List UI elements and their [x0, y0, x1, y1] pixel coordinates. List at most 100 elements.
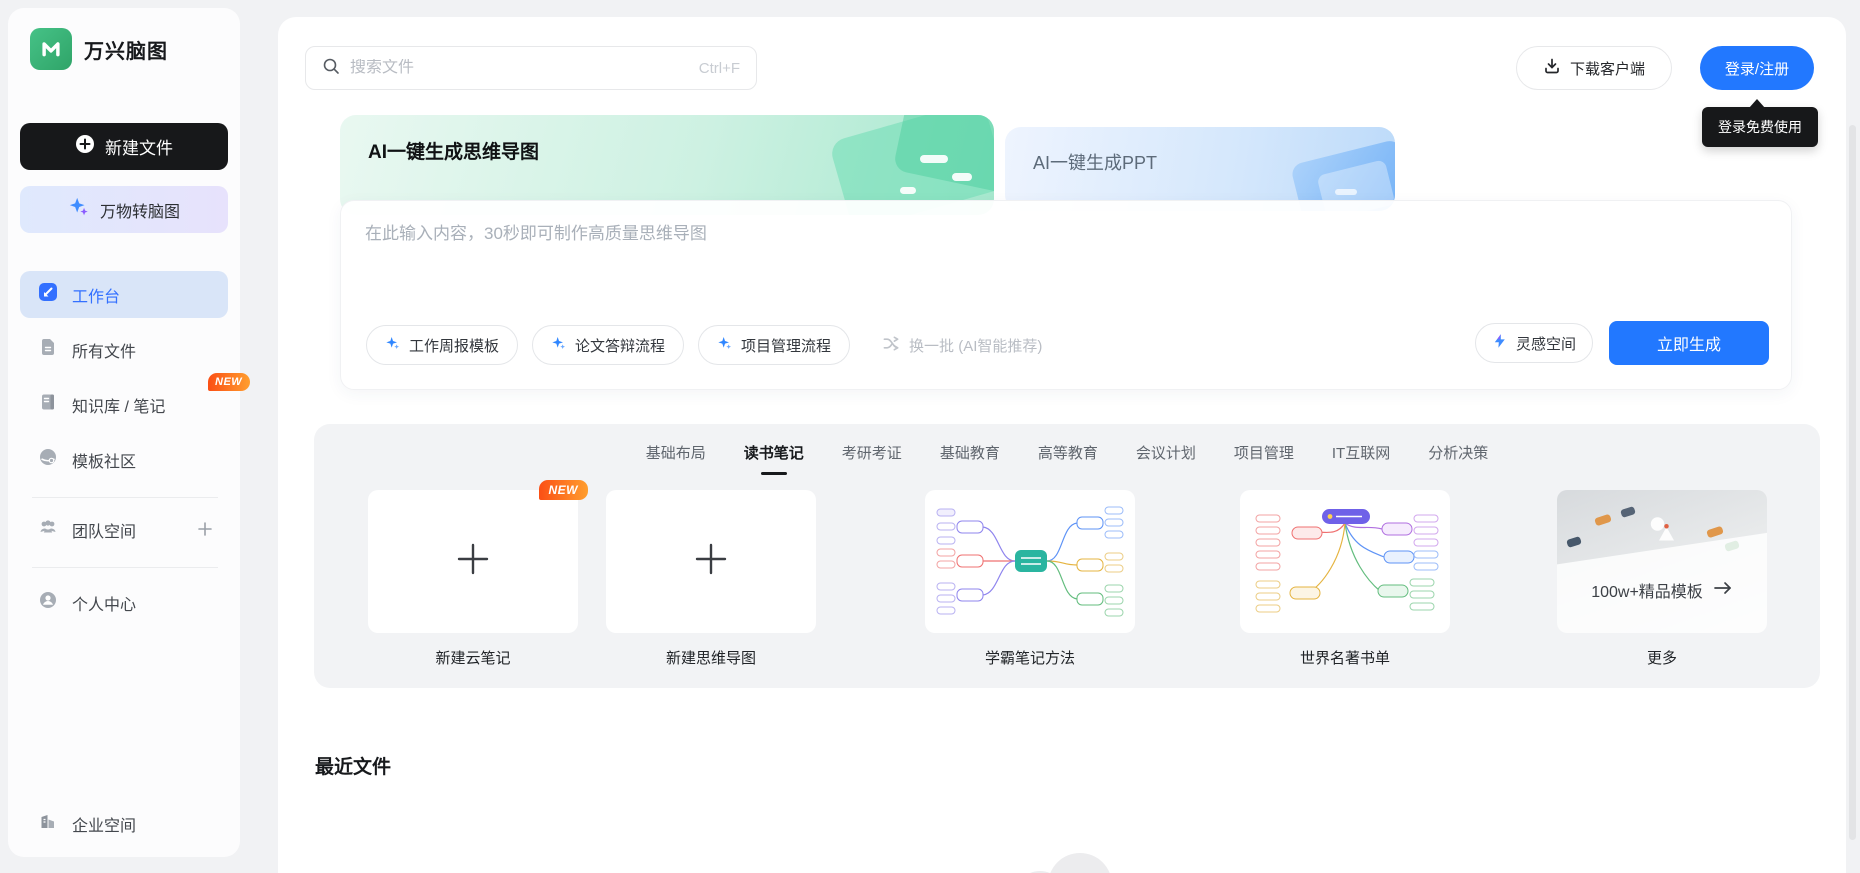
sidebar: 万兴脑图 新建文件 万物转脑图 工作台 所有文件 知识库 / 笔记 NEW 模板…: [8, 8, 251, 857]
sidebar-item-personal-center[interactable]: 个人中心: [20, 579, 228, 626]
mindmap-thumbnail-image: [1255, 509, 1439, 613]
card-new-mindmap[interactable]: 新建思维导图: [606, 490, 816, 668]
ai-ppt-banner-tab[interactable]: AI一键生成PPT: [1005, 127, 1395, 211]
sidebar-item-all-files[interactable]: 所有文件: [20, 326, 228, 373]
tab-analysis-decision[interactable]: 分析决策: [1428, 442, 1488, 469]
new-badge: NEW: [208, 373, 251, 391]
mindmap-thumbnail-image: [936, 506, 1124, 617]
template-gallery-section: 基础布局 读书笔记 考研考证 基础教育 高等教育 会议计划 项目管理 IT互联网…: [314, 424, 1820, 688]
search-shortcut-hint: Ctrl+F: [698, 59, 740, 77]
download-client-button[interactable]: 下载客户端: [1516, 46, 1672, 90]
card-label: 学霸笔记方法: [984, 650, 1075, 667]
card-world-classics-template[interactable]: 世界名著书单: [1240, 490, 1450, 668]
sidebar-item-label: 所有文件: [72, 343, 137, 361]
new-file-button[interactable]: 新建文件: [20, 123, 228, 170]
ai-convert-label: 万物转脑图: [99, 203, 180, 221]
login-register-button[interactable]: 登录/注册: [1700, 46, 1814, 90]
chip-label: 论文答辩流程: [575, 337, 666, 355]
recent-files-title: 最近文件: [315, 757, 392, 778]
tab-exam-prep[interactable]: 考研考证: [842, 442, 902, 469]
card-label: 新建思维导图: [665, 650, 756, 667]
tab-reading-notes[interactable]: 读书笔记: [744, 442, 804, 469]
user-icon: [38, 590, 58, 615]
sidebar-item-ai-convert[interactable]: 万物转脑图: [20, 186, 228, 233]
login-tooltip: 登录免费使用: [1702, 107, 1818, 147]
plus-icon: [453, 539, 493, 584]
notebook-icon: [38, 392, 58, 417]
plus-circle-icon: [75, 134, 95, 159]
app-logo: 万兴脑图: [30, 28, 168, 70]
sparkle-icon: [551, 335, 567, 355]
card-new-cloud-note[interactable]: NEW 新建云笔记: [368, 480, 588, 668]
thumb-decoration: [1620, 506, 1636, 518]
sidebar-item-label: 团队空间: [72, 523, 137, 541]
new-cloud-note-thumb[interactable]: NEW: [368, 480, 588, 633]
study-notes-thumbnail[interactable]: [925, 490, 1135, 633]
app-window: 万兴脑图 新建文件 万物转脑图 工作台 所有文件 知识库 / 笔记 NEW 模板…: [0, 0, 1860, 873]
card-label: 世界名著书单: [1299, 650, 1390, 667]
login-register-label: 登录/注册: [1724, 60, 1790, 78]
card-study-notes-template[interactable]: 学霸笔记方法: [925, 490, 1135, 668]
shuffle-icon: [882, 334, 901, 357]
tab-basic-layout[interactable]: 基础布局: [646, 442, 706, 469]
sidebar-item-label: 企业空间: [72, 817, 137, 835]
tab-basic-education[interactable]: 基础教育: [940, 442, 1000, 469]
tab-it-internet[interactable]: IT互联网: [1332, 442, 1390, 469]
more-templates-text: 100w+精品模板: [1557, 578, 1767, 602]
chip-weekly-report[interactable]: 工作周报模板: [366, 325, 519, 365]
template-chips-row: 工作周报模板 论文答辩流程 项目管理流程 换一批 (AI智能推荐): [366, 325, 1042, 365]
ai-topic-input[interactable]: [365, 219, 1125, 315]
sparkle-icon: [717, 335, 733, 355]
plus-icon: [691, 539, 731, 584]
more-templates-label: 100w+精品模板: [1591, 584, 1703, 601]
more-templates-thumbnail[interactable]: 100w+精品模板: [1557, 490, 1767, 633]
lightning-icon: [1492, 333, 1508, 353]
thumb-decoration: [1566, 536, 1582, 548]
shuffle-suggestions-button[interactable]: 换一批 (AI智能推荐): [882, 334, 1042, 357]
chip-thesis-defense[interactable]: 论文答辩流程: [532, 325, 685, 365]
thumb-decoration: [1594, 513, 1612, 527]
arrow-right-icon: [1713, 581, 1733, 600]
banner-decoration: [1335, 189, 1357, 195]
ai-mindmap-banner-title: AI一键生成思维导图: [368, 142, 540, 163]
tab-meeting-plan[interactable]: 会议计划: [1136, 442, 1196, 469]
banner-decoration: [952, 173, 972, 181]
main-content: Ctrl+F 下载客户端 登录/注册 登录免费使用 AI一键生成思维导图 AI: [278, 17, 1846, 873]
sidebar-item-label: 模板社区: [72, 453, 137, 471]
new-mindmap-thumb[interactable]: [606, 490, 816, 633]
sidebar-item-team-space[interactable]: 团队空间: [20, 506, 228, 553]
world-classics-thumbnail[interactable]: [1240, 490, 1450, 633]
chip-project-management[interactable]: 项目管理流程: [698, 325, 851, 365]
workbench-icon: [38, 282, 58, 307]
card-more-templates[interactable]: 100w+精品模板 更多: [1557, 490, 1767, 668]
new-badge: NEW: [538, 480, 588, 500]
add-team-space-button[interactable]: [196, 520, 214, 543]
team-icon: [38, 517, 58, 542]
search-box[interactable]: Ctrl+F: [305, 46, 757, 90]
download-icon: [1543, 57, 1561, 79]
sidebar-divider: [32, 567, 218, 568]
sidebar-item-knowledge-notes[interactable]: 知识库 / 笔记 NEW: [20, 373, 251, 428]
search-icon: [322, 57, 340, 80]
banner-decoration: [900, 187, 916, 194]
sidebar-item-enterprise-space[interactable]: 企业空间: [20, 800, 228, 847]
inspiration-space-button[interactable]: 灵感空间: [1474, 323, 1593, 363]
search-input[interactable]: [350, 59, 689, 77]
sidebar-item-template-community[interactable]: 模板社区: [20, 436, 228, 483]
generate-now-button[interactable]: 立即生成: [1609, 321, 1769, 365]
vertical-scrollbar[interactable]: [1849, 125, 1856, 840]
thumb-decoration: [1706, 525, 1724, 539]
file-icon: [38, 337, 58, 362]
download-client-label: 下载客户端: [1569, 60, 1645, 78]
chip-label: 工作周报模板: [409, 337, 500, 355]
sidebar-item-workbench[interactable]: 工作台: [20, 271, 228, 318]
ai-ppt-banner-title: AI一键生成PPT: [1033, 153, 1158, 173]
sidebar-item-label: 知识库 / 笔记: [72, 398, 166, 416]
building-icon: [38, 811, 58, 836]
tab-higher-education[interactable]: 高等教育: [1038, 442, 1098, 469]
app-title: 万兴脑图: [84, 40, 168, 63]
sidebar-divider: [32, 497, 218, 498]
brand-logo-icon: [30, 28, 72, 70]
tab-project-management[interactable]: 项目管理: [1234, 442, 1294, 469]
banner-decoration: [920, 155, 948, 163]
